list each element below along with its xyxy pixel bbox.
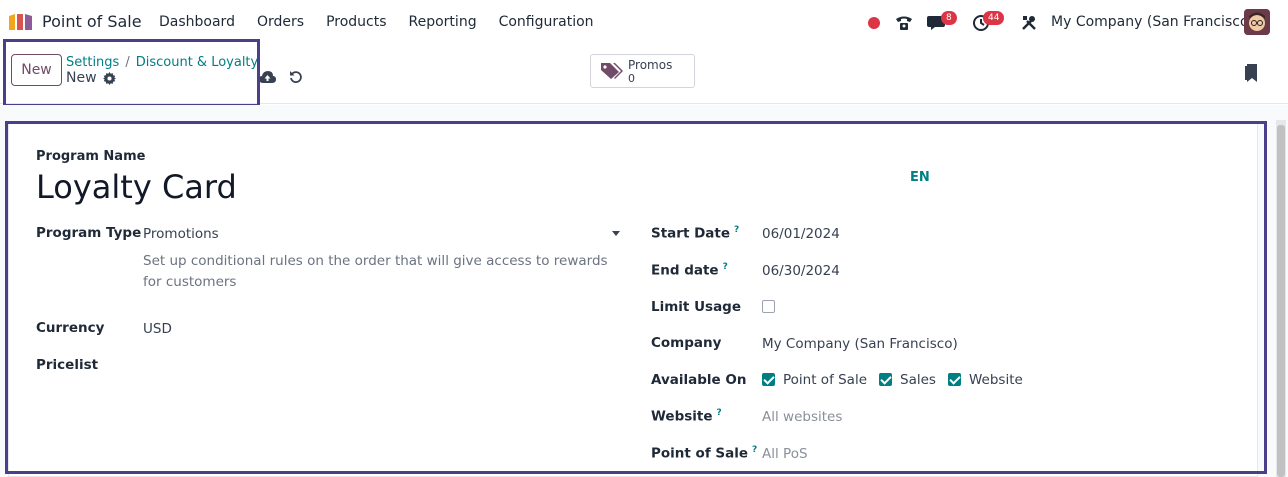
cloud-upload-icon[interactable] bbox=[259, 70, 276, 84]
program-name-input[interactable]: Loyalty Card bbox=[36, 168, 237, 206]
available-pos-label: Point of Sale bbox=[783, 372, 868, 388]
breadcrumb-settings[interactable]: Settings bbox=[66, 55, 119, 70]
available-pos-checkbox[interactable] bbox=[762, 373, 775, 386]
start-date-field[interactable]: 06/01/2024 bbox=[762, 226, 840, 242]
promos-label: Promos bbox=[628, 58, 673, 72]
activity-count-badge: 44 bbox=[983, 11, 1005, 25]
tools-icon[interactable] bbox=[1020, 14, 1038, 32]
breadcrumb-separator: / bbox=[125, 55, 130, 70]
limit-usage-checkbox[interactable] bbox=[762, 300, 775, 313]
available-website-checkbox[interactable] bbox=[948, 373, 961, 386]
help-icon[interactable]: ? bbox=[723, 262, 728, 272]
company-switcher[interactable]: My Company (San Francisco) bbox=[1051, 14, 1254, 30]
available-sales-label: Sales bbox=[900, 372, 936, 388]
menu-configuration[interactable]: Configuration bbox=[499, 14, 594, 30]
language-button[interactable]: EN bbox=[910, 170, 930, 185]
top-navbar: Point of Sale Dashboard Orders Products … bbox=[0, 0, 1288, 46]
available-on-label: Available On bbox=[651, 372, 747, 388]
current-record-name: New bbox=[66, 70, 97, 86]
new-button[interactable]: New bbox=[11, 54, 62, 86]
program-type-label: Program Type bbox=[36, 225, 142, 241]
menu-reporting[interactable]: Reporting bbox=[409, 14, 477, 30]
start-date-label: Start Date? bbox=[651, 225, 740, 242]
website-label: Website? bbox=[651, 408, 722, 425]
discard-undo-icon[interactable] bbox=[289, 70, 303, 84]
program-type-description: Set up conditional rules on the order th… bbox=[143, 253, 608, 290]
pos-app-icon[interactable] bbox=[8, 12, 34, 32]
promos-count: 0 bbox=[628, 72, 635, 85]
point-of-sale-field[interactable]: All PoS bbox=[762, 446, 808, 462]
available-website-label: Website bbox=[969, 372, 1023, 388]
company-field[interactable]: My Company (San Francisco) bbox=[762, 336, 958, 352]
point-of-sale-label: Point of Sale? bbox=[651, 445, 758, 462]
bookmark-icon[interactable] bbox=[1245, 64, 1259, 82]
chevron-down-icon[interactable] bbox=[612, 231, 620, 236]
breadcrumb-discount-loyalty[interactable]: Discount & Loyalty bbox=[136, 55, 259, 70]
menu-dashboard[interactable]: Dashboard bbox=[159, 14, 235, 30]
currency-label: Currency bbox=[36, 320, 105, 336]
avatar-face-icon bbox=[1244, 9, 1270, 35]
menu-products[interactable]: Products bbox=[326, 14, 386, 30]
help-icon[interactable]: ? bbox=[717, 408, 722, 418]
help-icon[interactable]: ? bbox=[752, 445, 757, 455]
currency-field[interactable]: USD bbox=[143, 321, 172, 337]
help-icon[interactable]: ? bbox=[734, 225, 739, 235]
control-panel: New Settings / Discount & Loyalty New Prom… bbox=[0, 46, 1288, 104]
chat-count-badge: 8 bbox=[941, 11, 957, 25]
end-date-label: End date? bbox=[651, 262, 728, 279]
company-label: Company bbox=[651, 335, 722, 351]
main-menu: Dashboard Orders Products Reporting Conf… bbox=[159, 14, 594, 30]
app-name[interactable]: Point of Sale bbox=[42, 12, 142, 31]
phone-icon[interactable] bbox=[894, 13, 914, 33]
gear-icon[interactable] bbox=[102, 71, 116, 85]
limit-usage-label: Limit Usage bbox=[651, 299, 742, 315]
breadcrumb-current: New bbox=[66, 70, 116, 86]
user-avatar[interactable] bbox=[1244, 9, 1270, 35]
available-sales-checkbox[interactable] bbox=[879, 373, 892, 386]
end-date-field[interactable]: 06/30/2024 bbox=[762, 263, 840, 279]
scrollbar-thumb[interactable] bbox=[1277, 125, 1285, 477]
recording-indicator-icon[interactable] bbox=[868, 17, 880, 29]
breadcrumb: Settings / Discount & Loyalty bbox=[66, 55, 258, 70]
promos-smart-button[interactable]: Promos 0 bbox=[590, 54, 695, 88]
tags-icon bbox=[601, 63, 623, 79]
menu-orders[interactable]: Orders bbox=[257, 14, 304, 30]
website-field[interactable]: All websites bbox=[762, 409, 842, 425]
pricelist-label: Pricelist bbox=[36, 357, 99, 373]
program-type-select[interactable]: Promotions bbox=[143, 226, 219, 242]
program-name-label: Program Name bbox=[36, 149, 146, 164]
